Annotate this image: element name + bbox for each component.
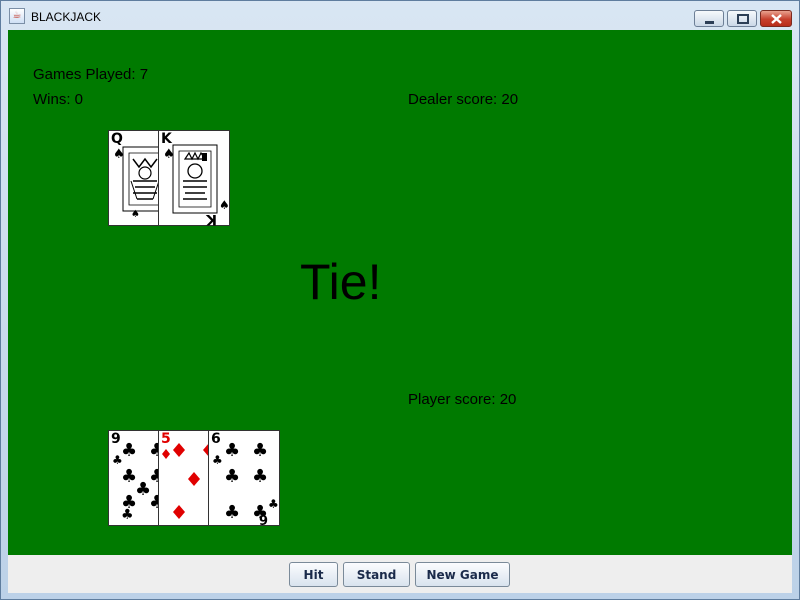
svg-text:♠: ♠ bbox=[131, 209, 140, 220]
close-button[interactable] bbox=[760, 10, 792, 27]
game-result-message: Tie! bbox=[300, 254, 382, 310]
minimize-icon bbox=[705, 21, 714, 24]
close-icon bbox=[771, 14, 782, 24]
svg-text:♣: ♣ bbox=[252, 440, 268, 461]
maximize-icon bbox=[737, 14, 749, 24]
hit-button[interactable]: Hit bbox=[289, 562, 338, 587]
window-title: BLACKJACK bbox=[31, 10, 102, 24]
maximize-button[interactable] bbox=[727, 10, 757, 27]
svg-text:♣: ♣ bbox=[252, 466, 268, 487]
king-spades-face-icon: ♠ ♠ K bbox=[163, 144, 230, 227]
svg-text:♣: ♣ bbox=[121, 507, 134, 523]
minimize-button[interactable] bbox=[694, 10, 724, 27]
svg-text:K: K bbox=[205, 211, 217, 227]
java-app-icon: ☕ bbox=[9, 8, 25, 24]
svg-text:6: 6 bbox=[259, 511, 268, 526]
title-bar[interactable]: ☕ BLACKJACK bbox=[1, 1, 799, 31]
svg-text:♣: ♣ bbox=[121, 440, 137, 461]
wins-label: Wins: 0 bbox=[33, 91, 84, 108]
player-score-label: Player score: 20 bbox=[408, 391, 517, 408]
new-game-button[interactable]: New Game bbox=[415, 562, 510, 587]
svg-text:♣: ♣ bbox=[224, 502, 240, 523]
dealer-score-label: Dealer score: 20 bbox=[408, 91, 519, 108]
stand-button[interactable]: Stand bbox=[343, 562, 410, 587]
svg-text:♠: ♠ bbox=[219, 198, 230, 212]
clubs-pips-icon: ♣ ♣ ♣ ♣ ♣ ♣ ♣ ♣ 6 bbox=[212, 440, 279, 526]
player-card-six-clubs: 6 ♣ ♣ ♣ ♣ ♣ ♣ ♣ ♣ 6 bbox=[208, 430, 280, 526]
games-played-label: Games Played: 7 bbox=[33, 66, 149, 83]
svg-text:♣: ♣ bbox=[268, 497, 279, 511]
svg-text:♣: ♣ bbox=[224, 466, 240, 487]
svg-text:♣: ♣ bbox=[212, 453, 223, 467]
dealer-card-king-spades: K ♠ ♠ K bbox=[158, 130, 230, 227]
svg-text:♣: ♣ bbox=[224, 440, 240, 461]
